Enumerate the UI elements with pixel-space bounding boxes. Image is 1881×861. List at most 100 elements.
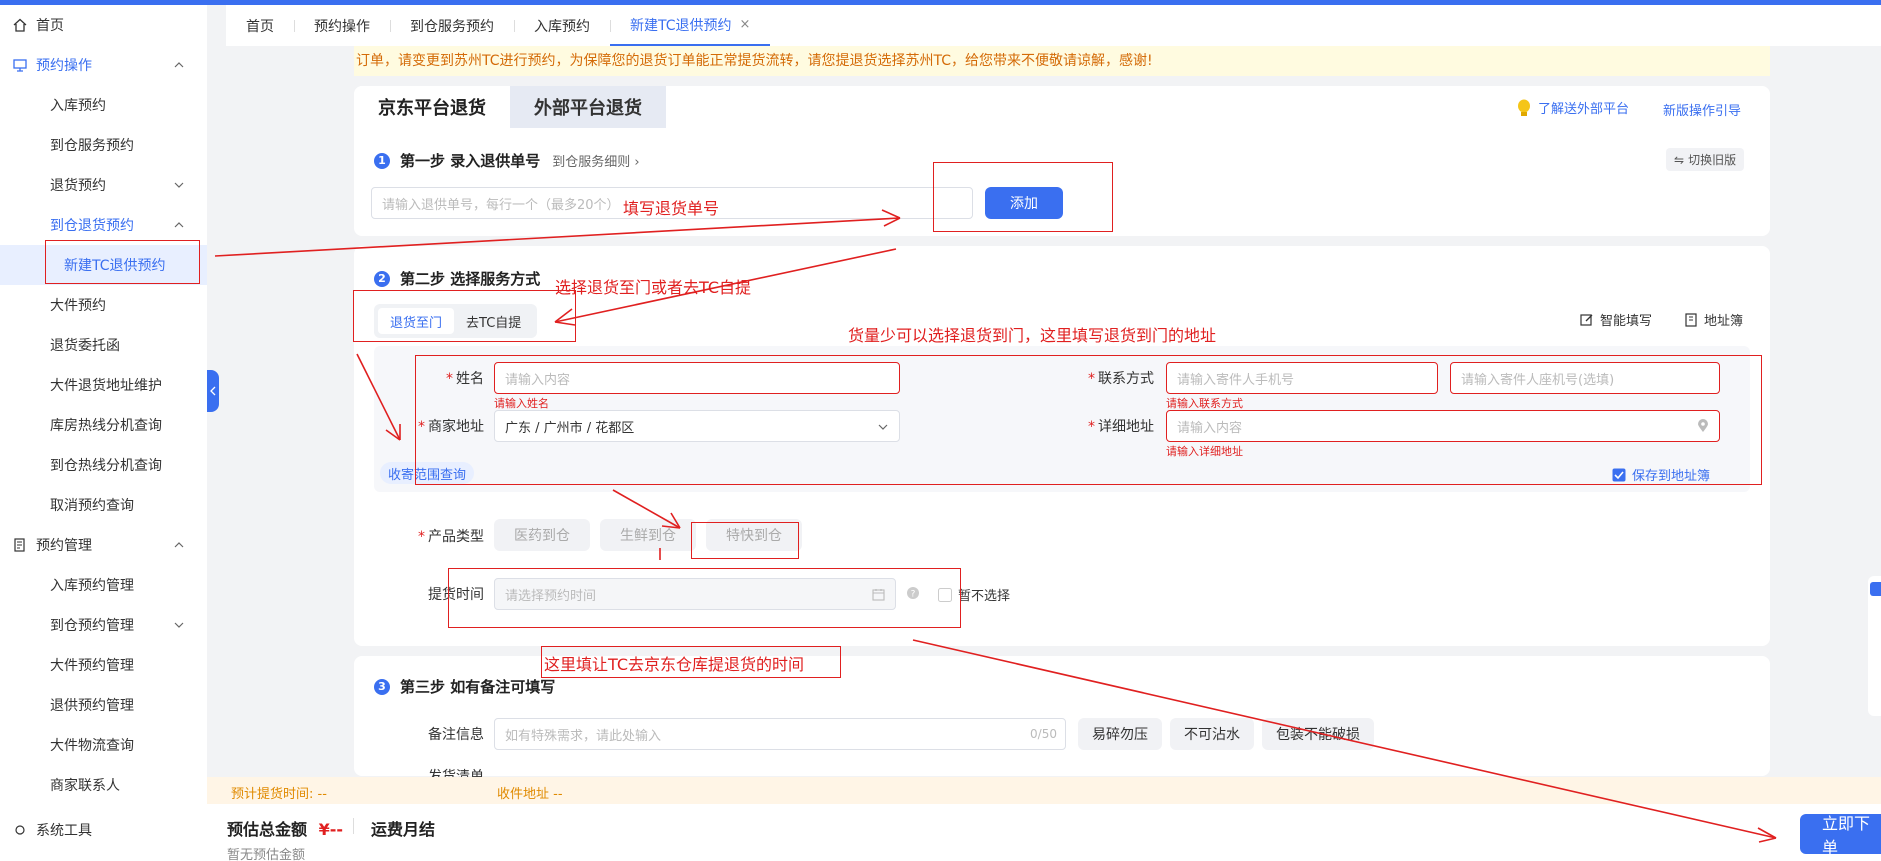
chevron-down-icon — [174, 622, 184, 628]
footer-info-strip: 预计提货时间: -- 收件地址 -- — [207, 777, 1881, 804]
home-icon — [12, 17, 28, 33]
sidebar-item-to-warehouse-mgmt[interactable]: 到仓预约管理 — [0, 605, 207, 645]
sidebar-item-large-booking[interactable]: 大件预约 — [0, 285, 207, 325]
smart-fill-button[interactable]: 智能填写 — [1580, 310, 1652, 329]
product-type-label-text: 产品类型 — [428, 529, 484, 545]
total-value: ¥-- — [318, 820, 344, 839]
annotation-box-sidebar — [45, 240, 200, 284]
tag-no-water[interactable]: 不可沾水 — [1170, 718, 1254, 750]
sidebar-item-return-booking[interactable]: 退货预约 — [0, 165, 207, 205]
sidebar-item-label: 到仓服务预约 — [50, 138, 134, 154]
annotation-small-goods: 货量少可以选择退货到门，这里填写退货到门的地址 — [848, 326, 1217, 345]
remark-label: 备注信息 — [428, 727, 484, 743]
est-pickup-value: -- — [317, 787, 327, 802]
sidebar-item-large-logistics[interactable]: 大件物流查询 — [0, 725, 207, 765]
tab-label: 到仓服务预约 — [410, 18, 494, 35]
book-icon — [1685, 312, 1697, 327]
submit-order-button[interactable]: 立即下单 — [1800, 814, 1881, 857]
sidebar-item-booking-mgmt[interactable]: 预约管理 — [0, 525, 207, 565]
side-float-widget[interactable] — [1868, 576, 1881, 716]
swap-icon: ⇋ — [1674, 152, 1685, 167]
sidebar-item-large-return-address[interactable]: 大件退货地址维护 — [0, 365, 207, 405]
sidebar-item-return-supply-mgmt[interactable]: 退供预约管理 — [0, 685, 207, 725]
remark-placeholder: 如有特殊需求，请此处输入 — [505, 728, 662, 744]
chevron-left-icon — [210, 386, 216, 396]
float-widget-icon — [1870, 582, 1881, 596]
sidebar-item-label: 到仓退货预约 — [50, 218, 134, 234]
address-book-label: 地址簿 — [1704, 314, 1744, 329]
step3-title: 第三步 如有备注可填写 — [400, 678, 556, 696]
annotation-box-address — [415, 355, 1762, 485]
learn-external-link[interactable]: 了解送外部平台 — [1516, 98, 1629, 117]
sidebar-item-inbound-mgmt[interactable]: 入库预约管理 — [0, 565, 207, 605]
sidebar-item-label: 系统工具 — [36, 823, 92, 839]
chevron-up-icon — [174, 542, 184, 548]
sidebar-item-booking-ops[interactable]: 预约操作 — [0, 45, 207, 85]
platform-tabs: 京东平台退货 外部平台退货 — [354, 86, 666, 128]
tab-external-platform-return[interactable]: 外部平台退货 — [510, 86, 666, 128]
footer-divider — [353, 818, 354, 834]
sidebar-item-label: 大件物流查询 — [50, 738, 134, 754]
address-book-button[interactable]: 地址簿 — [1684, 310, 1743, 329]
sidebar-item-label: 到仓预约管理 — [50, 618, 134, 634]
annotation-fill-return-no: 填写退货单号 — [623, 199, 720, 218]
sidebar-item-to-warehouse-service[interactable]: 到仓服务预约 — [0, 125, 207, 165]
step2-heading: 2 第二步 选择服务方式 — [374, 268, 540, 289]
product-type-label: * 产品类型 — [418, 529, 484, 545]
product-medicine[interactable]: 医药到仓 — [494, 519, 590, 551]
step2-title: 第二步 选择服务方式 — [400, 270, 541, 288]
tab-home[interactable]: 首页 — [226, 5, 294, 46]
tab-to-warehouse-service[interactable]: 到仓服务预约 — [390, 5, 514, 46]
new-guide-label: 新版操作引导 — [1663, 104, 1742, 119]
new-guide-link[interactable]: 新版操作引导 — [1663, 100, 1741, 119]
sidebar-item-label: 退供预约管理 — [50, 698, 134, 714]
sidebar-item-warehouse-hotline[interactable]: 库房热线分机查询 — [0, 405, 207, 445]
sidebar-item-to-warehouse-return[interactable]: 到仓退货预约 — [0, 205, 207, 245]
footer-bar: 预估总金额 ¥-- 运费月结 暂无预估金额 立即下单 — [207, 804, 1881, 861]
tab-inbound-booking[interactable]: 入库预约 — [514, 5, 610, 46]
tab-jd-platform-return[interactable]: 京东平台退货 — [354, 86, 510, 128]
sidebar-item-label: 预约操作 — [36, 58, 92, 74]
switch-old-button[interactable]: ⇋ 切换旧版 — [1666, 148, 1745, 171]
bulb-icon — [1518, 99, 1530, 116]
tag-fragile[interactable]: 易碎勿压 — [1078, 718, 1162, 750]
sidebar-item-merchant-contact[interactable]: 商家联系人 — [0, 765, 207, 805]
tab-booking-ops[interactable]: 预约操作 — [294, 5, 390, 46]
service-rules-link[interactable]: 到仓服务细则 › — [552, 151, 639, 170]
smart-fill-label: 智能填写 — [1600, 314, 1653, 329]
sidebar-item-label: 取消预约查询 — [50, 498, 134, 514]
sidebar-item-home[interactable]: 首页 — [0, 5, 207, 45]
sidebar-item-return-delegation[interactable]: 退货委托函 — [0, 325, 207, 365]
sidebar-item-label: 大件预约 — [50, 298, 106, 314]
page-tabs: 首页 预约操作 到仓服务预约 入库预约 新建TC退供预约 × — [226, 5, 1881, 46]
annotation-box-express — [691, 522, 799, 559]
switch-old-label: 切换旧版 — [1688, 153, 1737, 167]
sidebar-item-label: 首页 — [36, 18, 64, 34]
sidebar-item-label: 到仓热线分机查询 — [50, 458, 162, 474]
tab-new-tc-return[interactable]: 新建TC退供预约 × — [610, 5, 771, 46]
receive-address-label: 收件地址 — [497, 787, 550, 802]
sidebar-item-inbound-booking[interactable]: 入库预约 — [0, 85, 207, 125]
tools-icon — [12, 822, 28, 838]
learn-external-label: 了解送外部平台 — [1538, 102, 1630, 117]
sidebar-item-to-warehouse-hotline[interactable]: 到仓热线分机查询 — [0, 445, 207, 485]
chevron-up-icon — [174, 62, 184, 68]
sidebar-item-label: 退货委托函 — [50, 338, 120, 354]
close-icon[interactable]: × — [740, 17, 751, 32]
tab-label: 新建TC退供预约 — [630, 17, 732, 34]
sidebar-item-label: 大件预约管理 — [50, 658, 134, 674]
remark-input[interactable]: 如有特殊需求，请此处输入 0/50 — [494, 718, 1066, 750]
sidebar-item-label: 大件退货地址维护 — [50, 378, 162, 394]
sidebar-item-label: 入库预约 — [50, 98, 106, 114]
sidebar-item-system-tools[interactable]: 系统工具 — [0, 810, 207, 850]
product-fresh[interactable]: 生鲜到仓 — [600, 519, 696, 551]
total-label: 预估总金额 — [227, 820, 308, 839]
step-number: 2 — [374, 270, 390, 287]
sidebar-collapse-handle[interactable] — [207, 370, 219, 412]
tag-no-damage[interactable]: 包装不能破损 — [1262, 718, 1374, 750]
tab-label: 预约操作 — [314, 18, 370, 35]
sidebar-item-large-mgmt[interactable]: 大件预约管理 — [0, 645, 207, 685]
receive-address: 收件地址 -- — [497, 783, 563, 802]
sidebar: 首页 预约操作 入库预约 到仓服务预约 退货预约 到仓退货预约 新建TC退供预约… — [0, 5, 207, 861]
sidebar-item-cancel-booking[interactable]: 取消预约查询 — [0, 485, 207, 525]
